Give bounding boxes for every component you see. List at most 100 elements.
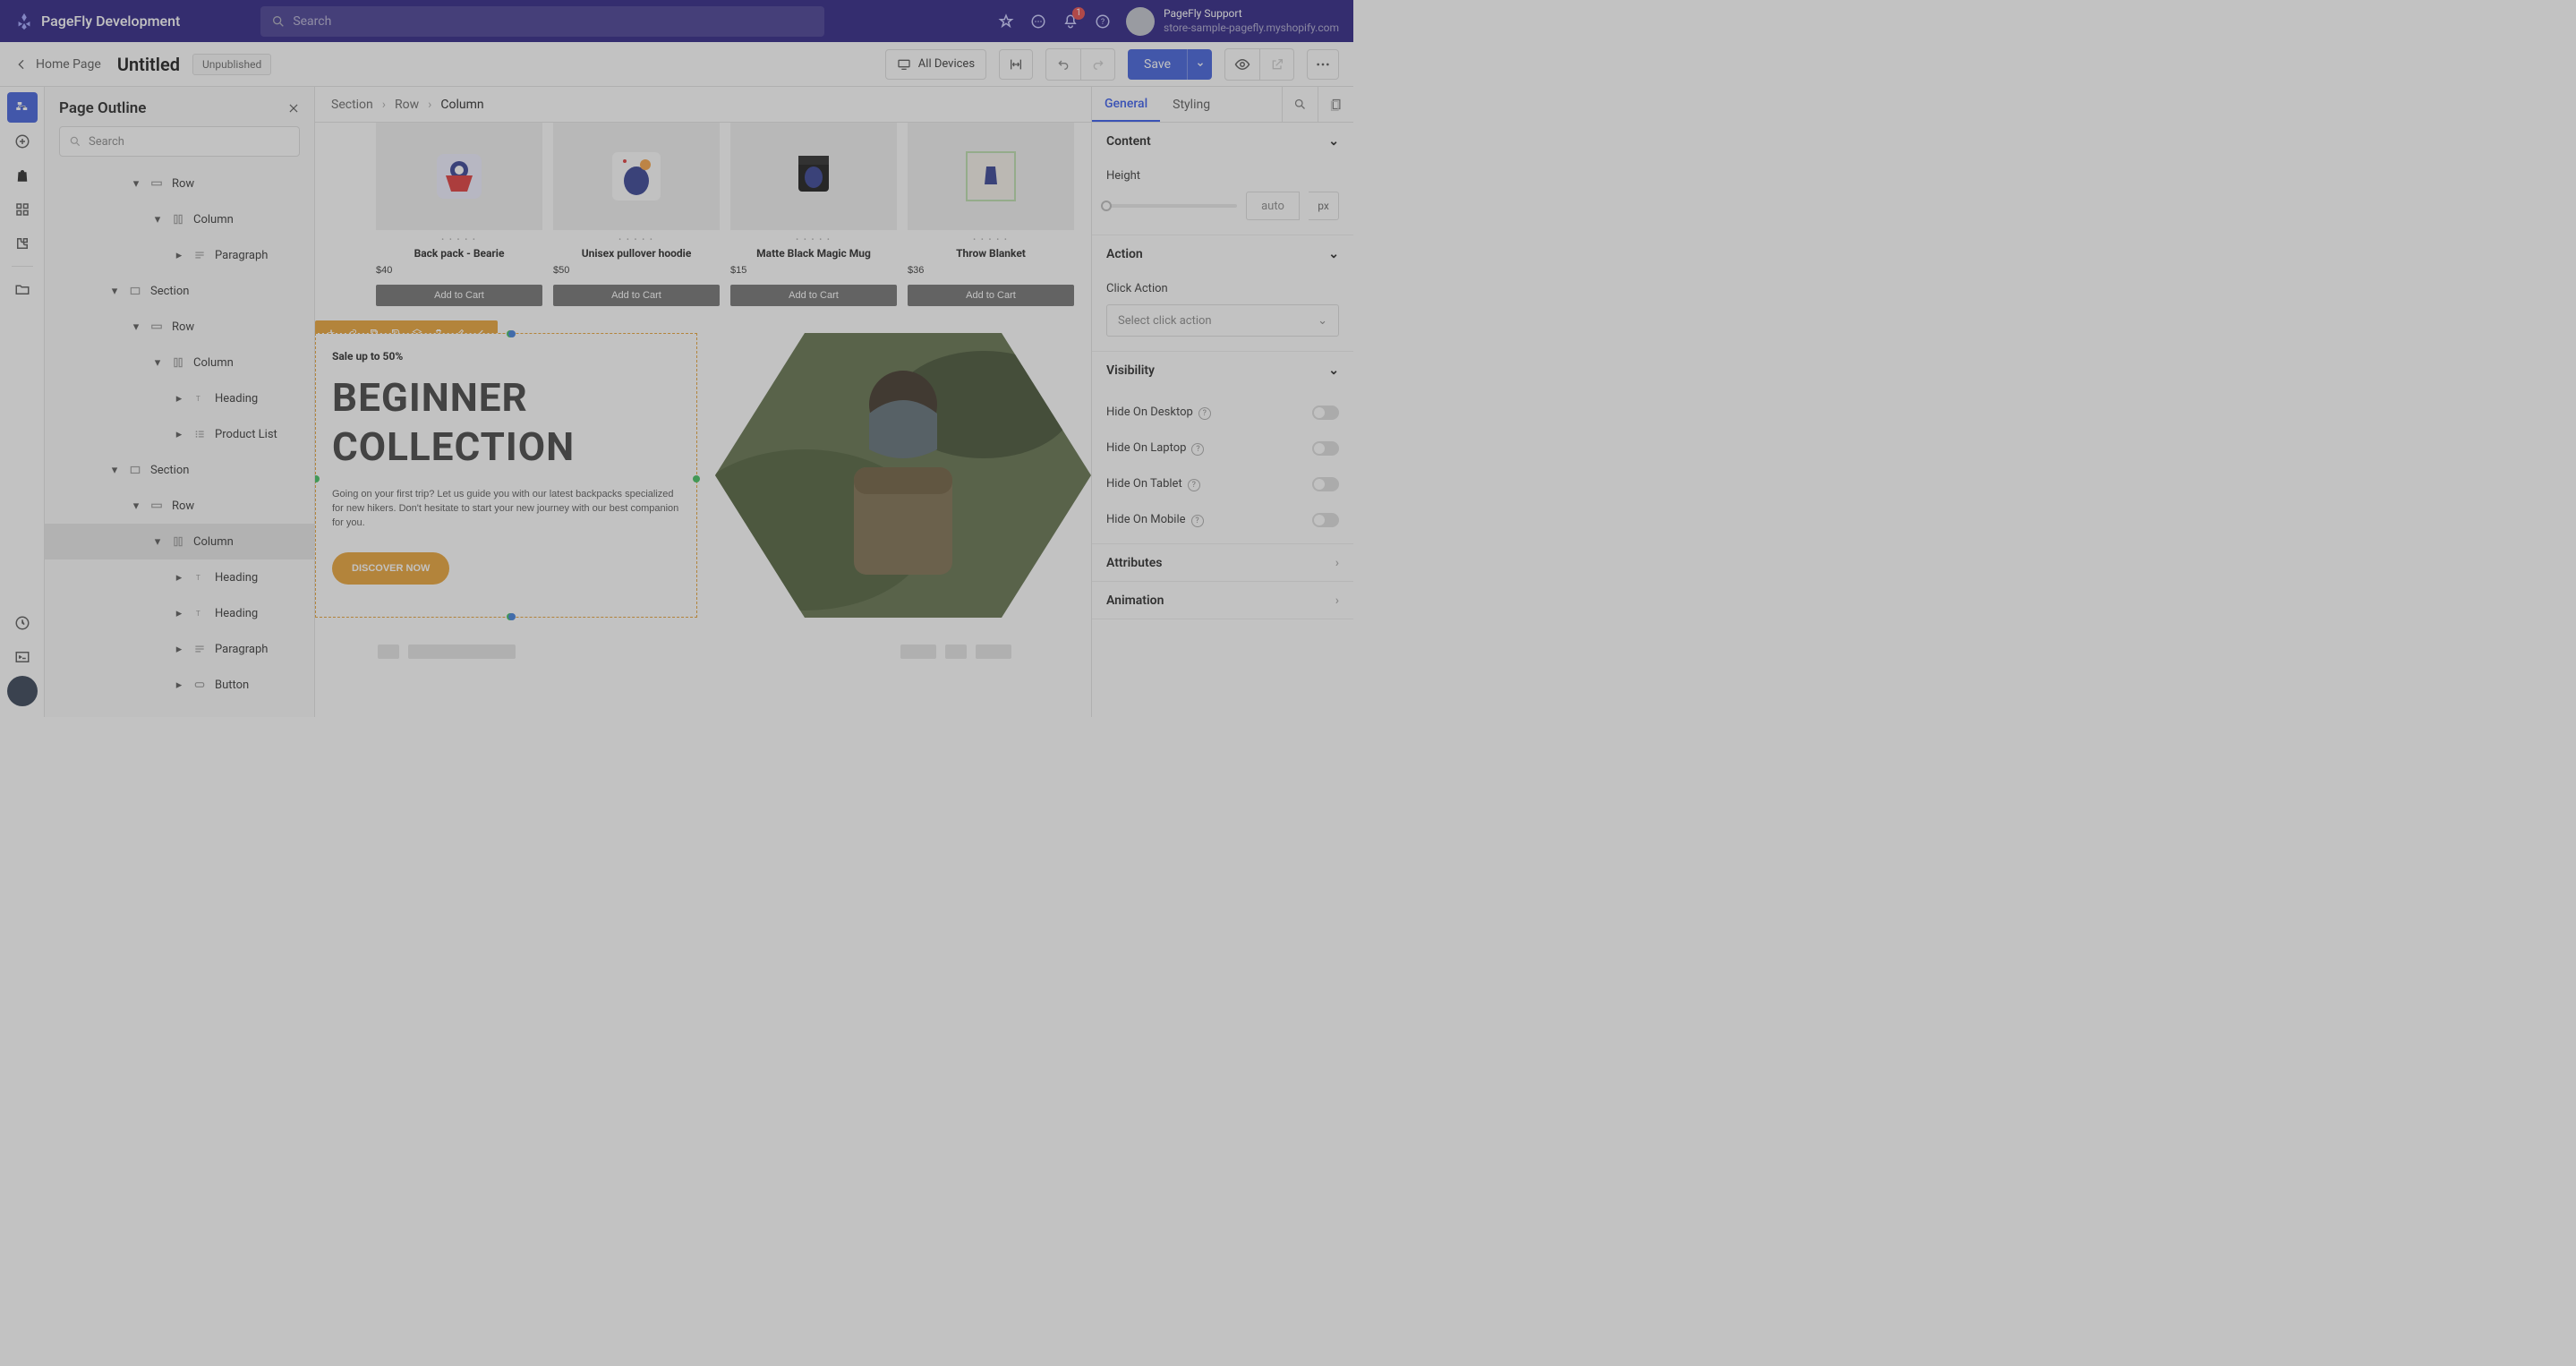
rail-shopify-button[interactable] (7, 160, 38, 191)
help-icon[interactable]: ? (1198, 407, 1211, 420)
tree-node[interactable]: ▾Column (45, 524, 314, 559)
tree-node[interactable]: ▾Section (45, 452, 314, 488)
crumb-row[interactable]: Row (395, 98, 419, 112)
caret-icon[interactable]: ▸ (174, 392, 184, 406)
layout-width-button[interactable] (999, 49, 1033, 80)
save-button[interactable]: Save (1128, 49, 1187, 80)
carousel-dots[interactable]: • • • • • (553, 235, 720, 243)
tree-node[interactable]: ▾Section (45, 273, 314, 309)
click-action-select[interactable]: Select click action ⌄ (1106, 304, 1339, 337)
external-button[interactable] (1259, 49, 1293, 80)
caret-icon[interactable]: ▾ (152, 356, 163, 370)
outline-close[interactable] (287, 102, 300, 115)
rail-history-button[interactable] (7, 608, 38, 638)
hide-tablet-toggle[interactable] (1312, 477, 1339, 491)
section-animation-header[interactable]: Animation › (1092, 582, 1353, 619)
carousel-dots[interactable]: • • • • • (730, 235, 897, 243)
caret-icon[interactable]: ▸ (174, 249, 184, 262)
help-icon[interactable]: ? (1191, 515, 1204, 527)
caret-icon[interactable]: ▾ (109, 285, 120, 298)
rail-apps-button[interactable] (7, 194, 38, 225)
help-icon[interactable]: ? (1188, 479, 1200, 491)
tree-node[interactable]: ▸ Button (45, 667, 314, 703)
props-search[interactable] (1282, 87, 1318, 122)
crumb-column[interactable]: Column (440, 98, 483, 112)
star-button[interactable] (990, 5, 1022, 38)
tree-node[interactable]: ▾Row (45, 166, 314, 201)
caret-icon[interactable]: ▸ (174, 643, 184, 656)
rail-add-button[interactable] (7, 126, 38, 157)
hide-mobile-toggle[interactable] (1312, 513, 1339, 527)
hero-cta-button[interactable]: DISCOVER NOW (332, 552, 449, 585)
tree-node[interactable]: ▾Column (45, 345, 314, 380)
tree-node[interactable]: ▸Product List (45, 416, 314, 452)
section-visibility-header[interactable]: Visibility ⌄ (1092, 352, 1353, 389)
caret-icon[interactable]: ▾ (131, 320, 141, 334)
section-attributes-header[interactable]: Attributes › (1092, 544, 1353, 582)
rail-integrations-button[interactable] (7, 228, 38, 259)
caret-icon[interactable]: ▾ (131, 499, 141, 513)
save-dropdown[interactable] (1187, 49, 1212, 80)
hide-laptop-label: Hide On Laptop (1106, 441, 1186, 455)
tree-node[interactable]: ▸THeading (45, 380, 314, 416)
caret-icon[interactable]: ▸ (174, 571, 184, 585)
tab-general[interactable]: General (1092, 87, 1160, 122)
global-search[interactable]: Search (260, 6, 824, 37)
redo-button[interactable] (1080, 49, 1114, 80)
outline-search[interactable]: Search (59, 126, 300, 157)
preview-button[interactable] (1225, 49, 1259, 80)
device-selector[interactable]: All Devices (885, 49, 986, 80)
user-avatar[interactable] (1126, 7, 1155, 36)
add-to-cart-button[interactable]: Add to Cart (553, 285, 720, 306)
user-name: PageFly Support (1164, 7, 1339, 21)
rail-files-button[interactable] (7, 274, 38, 304)
assistant-button[interactable] (7, 676, 38, 706)
tree-node[interactable]: ▾Column (45, 201, 314, 237)
caret-icon[interactable]: ▾ (131, 177, 141, 191)
selected-column[interactable]: Sale up to 50% BEGINNER COLLECTION Going… (315, 333, 697, 618)
carousel-dots[interactable]: • • • • • (376, 235, 542, 243)
user-info[interactable]: PageFly Support store-sample-pagefly.mys… (1164, 7, 1339, 35)
section-action-header[interactable]: Action ⌄ (1092, 235, 1353, 273)
more-button[interactable] (1307, 49, 1339, 80)
brand-logo[interactable]: PageFly Development (14, 12, 180, 31)
chevron-down-icon: ⌄ (1328, 363, 1339, 378)
add-to-cart-button[interactable]: Add to Cart (730, 285, 897, 306)
tree-node-label: Button (215, 679, 249, 692)
rail-console-button[interactable] (7, 642, 38, 672)
caret-icon[interactable]: ▾ (109, 464, 120, 477)
tree-node[interactable]: ▾Row (45, 309, 314, 345)
outline-tree: ▾Row▾Column▸Paragraph▾Section▾Row▾Column… (45, 166, 314, 717)
tab-styling[interactable]: Styling (1160, 87, 1223, 122)
product-image (730, 123, 897, 230)
rail-outline-button[interactable] (7, 92, 38, 123)
tree-node[interactable]: ▾Row (45, 488, 314, 524)
notifications-button[interactable]: 1 (1054, 5, 1087, 38)
hide-desktop-toggle[interactable] (1312, 406, 1339, 420)
props-copy[interactable] (1318, 87, 1353, 122)
height-input[interactable] (1246, 192, 1300, 220)
chat-button[interactable] (1022, 5, 1054, 38)
carousel-dots[interactable]: • • • • • (908, 235, 1074, 243)
hide-laptop-toggle[interactable] (1312, 441, 1339, 456)
tree-node[interactable]: ▸THeading (45, 559, 314, 595)
undo-button[interactable] (1046, 49, 1080, 80)
tree-node[interactable]: ▸Paragraph (45, 237, 314, 273)
caret-icon[interactable]: ▸ (174, 607, 184, 620)
tree-node[interactable]: ▸Paragraph (45, 631, 314, 667)
caret-icon[interactable]: ▸ (174, 428, 184, 441)
add-to-cart-button[interactable]: Add to Cart (908, 285, 1074, 306)
help-button[interactable]: ? (1087, 5, 1119, 38)
height-slider[interactable] (1106, 204, 1237, 208)
caret-icon[interactable]: ▾ (152, 213, 163, 226)
height-unit[interactable]: px (1309, 192, 1339, 220)
tree-node[interactable]: ▸THeading (45, 595, 314, 631)
crumb-section[interactable]: Section (331, 98, 373, 112)
section-content-header[interactable]: Content ⌄ (1092, 123, 1353, 160)
caret-icon[interactable]: ▾ (152, 535, 163, 549)
help-icon[interactable]: ? (1191, 443, 1204, 456)
caret-icon[interactable]: ▸ (174, 679, 184, 692)
add-to-cart-button[interactable]: Add to Cart (376, 285, 542, 306)
back-home[interactable]: Home Page (14, 57, 101, 72)
chevron-down-icon: ⌄ (1318, 314, 1327, 328)
